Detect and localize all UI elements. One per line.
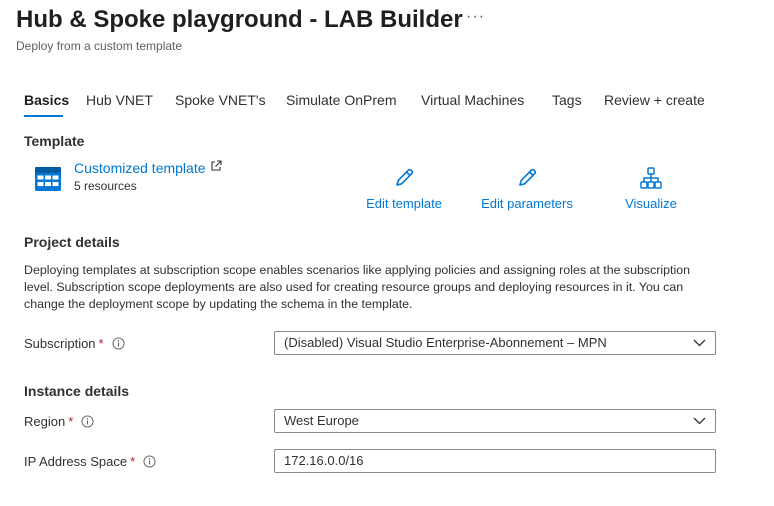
edit-parameters-button[interactable]: Edit parameters [467, 166, 587, 211]
tab-spoke-vnets[interactable]: Spoke VNET's [175, 92, 266, 108]
subscription-label-text: Subscription [24, 336, 96, 351]
instance-details-heading: Instance details [24, 383, 130, 399]
template-heading: Template [24, 133, 85, 149]
customized-template-link[interactable]: Customized template [74, 160, 222, 176]
project-details-heading: Project details [24, 234, 120, 250]
customized-template-link-label[interactable]: Customized template [74, 160, 206, 176]
required-marker: * [98, 336, 104, 351]
tab-tags[interactable]: Tags [552, 92, 582, 108]
tab-basics[interactable]: Basics [24, 92, 69, 108]
region-label: Region * [24, 414, 94, 429]
hierarchy-icon [640, 167, 662, 189]
subscription-value: (Disabled) Visual Studio Enterprise-Abon… [284, 335, 607, 350]
info-icon[interactable] [112, 337, 125, 350]
pencil-icon [519, 168, 537, 186]
more-options-icon[interactable]: ··· [466, 8, 485, 26]
edit-template-button[interactable]: Edit template [344, 166, 464, 211]
region-select[interactable]: West Europe [274, 409, 716, 433]
chevron-down-icon [693, 417, 706, 425]
external-link-icon [210, 160, 222, 171]
page-title: Hub & Spoke playground - LAB Builder [16, 6, 463, 33]
region-label-text: Region [24, 414, 66, 429]
ip-address-space-input[interactable]: 172.16.0.0/16 [274, 449, 716, 473]
info-icon[interactable] [143, 455, 156, 468]
edit-template-label: Edit template [366, 196, 442, 211]
project-details-description: Deploying templates at subscription scop… [24, 263, 691, 311]
subscription-select[interactable]: (Disabled) Visual Studio Enterprise-Abon… [274, 331, 716, 355]
tab-hub-vnet[interactable]: Hub VNET [86, 92, 153, 108]
visualize-label: Visualize [625, 196, 677, 211]
visualize-button[interactable]: Visualize [591, 166, 711, 211]
region-value: West Europe [284, 413, 359, 428]
template-grid-icon [35, 167, 61, 191]
ip-address-space-value: 172.16.0.0/16 [284, 453, 364, 468]
subscription-label: Subscription * [24, 336, 125, 351]
info-icon[interactable] [81, 415, 94, 428]
required-marker: * [130, 454, 136, 469]
page-subtitle: Deploy from a custom template [16, 39, 183, 53]
ip-address-space-label-text: IP Address Space [24, 454, 128, 469]
required-marker: * [68, 414, 74, 429]
pencil-icon [396, 168, 414, 186]
tab-virtual-machines[interactable]: Virtual Machines [421, 92, 524, 108]
active-tab-indicator [24, 115, 63, 117]
edit-parameters-label: Edit parameters [481, 196, 573, 211]
ip-address-space-label: IP Address Space * [24, 454, 156, 469]
template-resource-count: 5 resources [74, 179, 137, 193]
tab-review-create[interactable]: Review + create [604, 92, 705, 108]
chevron-down-icon [693, 339, 706, 347]
tab-simulate-onprem[interactable]: Simulate OnPrem [286, 92, 396, 108]
